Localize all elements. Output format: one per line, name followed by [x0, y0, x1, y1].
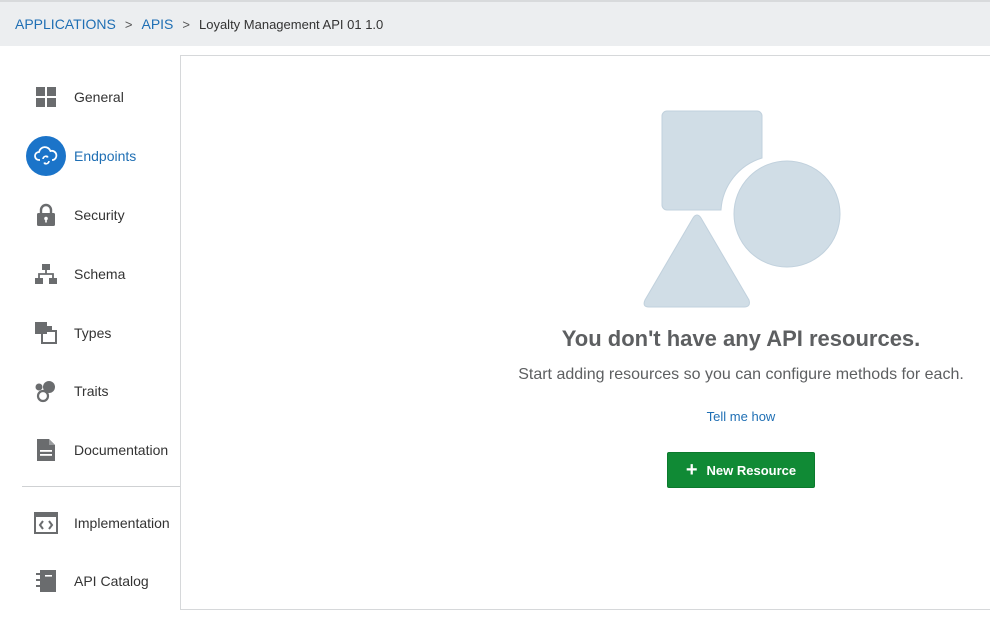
- breadcrumb: APPLICATIONS > APIS > Loyalty Management…: [0, 0, 990, 46]
- catalog-icon: [26, 561, 66, 601]
- sidebar-item-api-catalog[interactable]: API Catalog: [26, 561, 180, 601]
- code-icon: [26, 503, 66, 543]
- sidebar-divider: [22, 486, 180, 487]
- sidebar-item-label: Implementation: [74, 515, 170, 531]
- empty-state-illustration: [643, 110, 841, 308]
- sidebar-item-security[interactable]: Security: [26, 195, 180, 235]
- sidebar-item-types[interactable]: Types: [26, 313, 180, 353]
- new-resource-label: New Resource: [706, 462, 797, 478]
- sidebar-item-label: API Catalog: [74, 573, 149, 589]
- sidebar-item-label: Security: [74, 207, 125, 223]
- new-resource-button[interactable]: + New Resource: [667, 452, 815, 488]
- hierarchy-icon: [26, 254, 66, 294]
- breadcrumb-apis-link[interactable]: APIS: [141, 16, 173, 32]
- sidebar-item-implementation[interactable]: Implementation: [26, 503, 180, 543]
- sidebar-item-traits[interactable]: Traits: [26, 371, 180, 411]
- empty-state-subtitle: Start adding resources so you can config…: [518, 366, 964, 383]
- breadcrumb-separator: >: [124, 16, 133, 32]
- breadcrumb-current: Loyalty Management API 01 1.0: [198, 16, 384, 32]
- sidebar-item-label: Documentation: [74, 442, 169, 458]
- sidebar-item-label: General: [74, 89, 124, 105]
- sidebar-item-general[interactable]: General: [26, 77, 180, 117]
- plus-icon: +: [685, 459, 698, 481]
- types-icon: [26, 313, 66, 353]
- cloud-sync-icon: [26, 136, 66, 176]
- breadcrumb-separator: >: [182, 16, 190, 32]
- sidebar-item-label: Traits: [74, 383, 109, 399]
- sidebar-item-label: Endpoints: [74, 148, 137, 164]
- sidebar-item-documentation[interactable]: Documentation: [26, 430, 180, 470]
- document-icon: [26, 430, 66, 470]
- main-panel: You don't have any API resources. Start …: [180, 55, 990, 610]
- tell-me-how-link[interactable]: Tell me how: [181, 409, 990, 424]
- sidebar-item-label: Schema: [74, 266, 126, 282]
- lock-icon: [26, 195, 66, 235]
- traits-icon: [26, 371, 66, 411]
- sidebar: General Endpoints Security Schema Types …: [0, 56, 180, 621]
- sidebar-item-schema[interactable]: Schema: [26, 254, 180, 294]
- grid-icon: [26, 77, 66, 117]
- breadcrumb-applications-link[interactable]: APPLICATIONS: [15, 16, 116, 32]
- empty-state-title: You don't have any API resources.: [561, 326, 921, 351]
- sidebar-item-label: Types: [74, 325, 112, 341]
- sidebar-item-endpoints[interactable]: Endpoints: [26, 136, 180, 176]
